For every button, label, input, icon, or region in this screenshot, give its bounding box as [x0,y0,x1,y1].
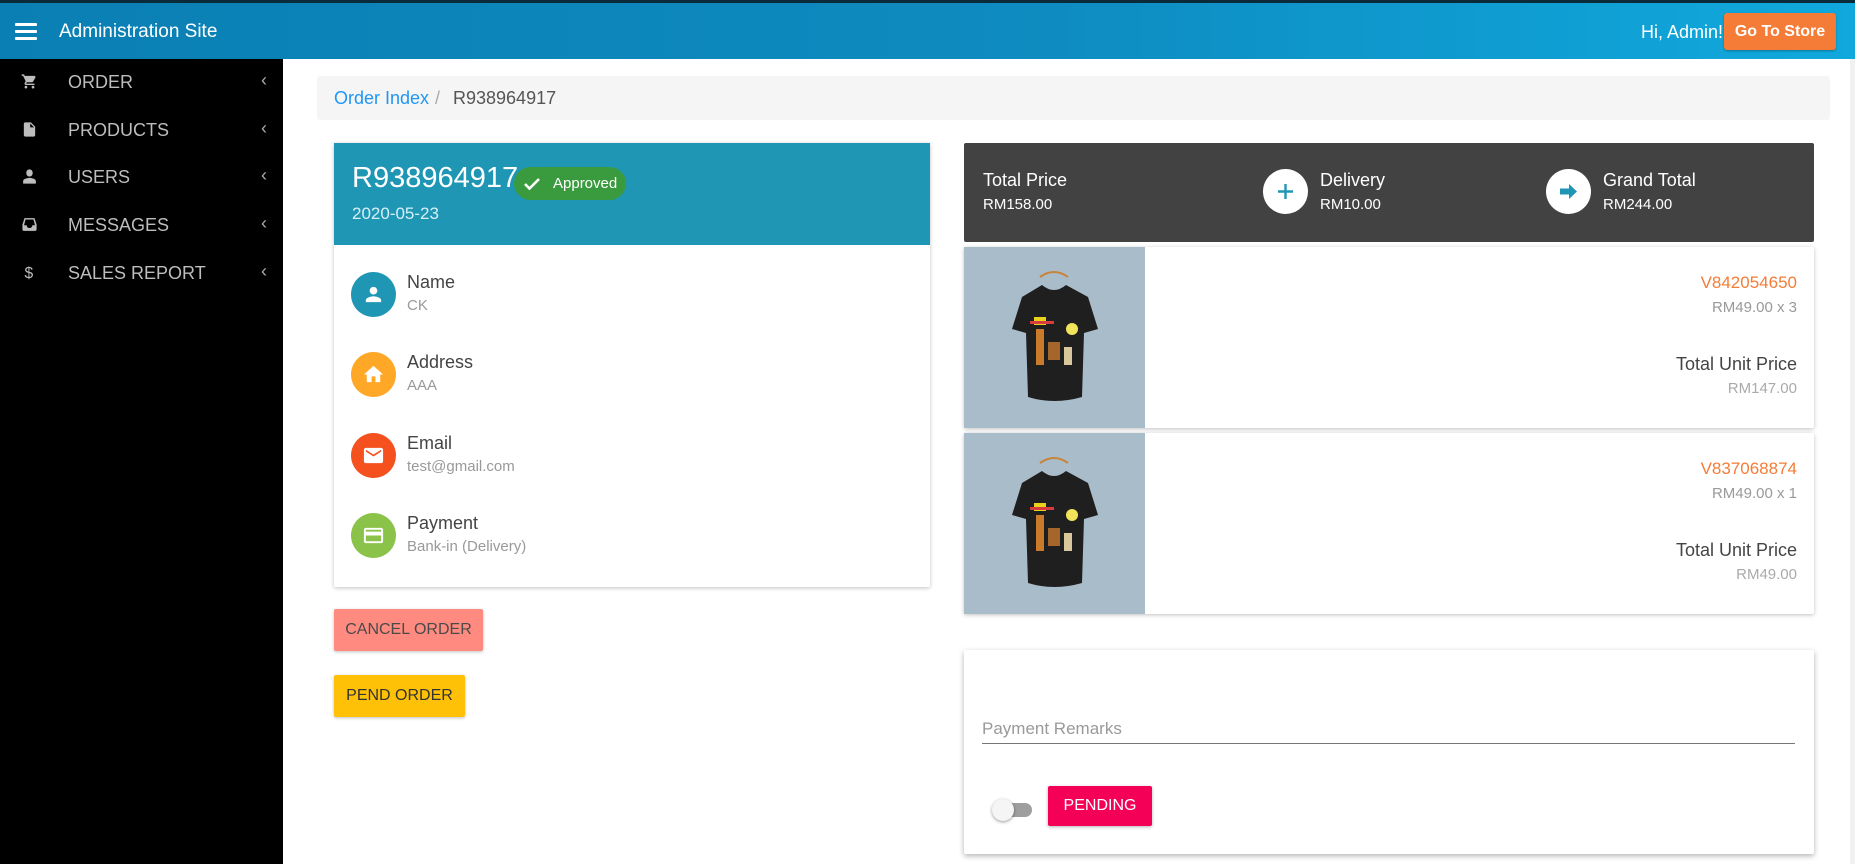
sidebar-item-label: ORDER [68,72,134,92]
item-total-label: Total Unit Price [1675,540,1797,560]
order-item-card: V837068874 RM49.00 x 1 Total Unit Price … [964,433,1814,614]
app-title: Administration Site [59,21,218,42]
sidebar-item-messages[interactable]: MESSAGES ‹ [0,204,283,244]
chevron-left-icon: ‹ [261,70,267,90]
sidebar-item-label: USERS [68,167,131,187]
order-header: R938964917 Approved 2020-05-23 [334,143,930,245]
cancel-order-button[interactable]: CANCEL ORDER [334,609,483,651]
chevron-left-icon: ‹ [261,261,267,281]
chevron-left-icon: ‹ [261,165,267,185]
home-icon [351,352,396,397]
total-price-label: Total Price [983,170,1068,190]
sidebar-item-sales-report[interactable]: $ SALES REPORT ‹ [0,252,283,292]
field-value: Bank-in (Delivery) [407,538,527,555]
person-icon [351,272,396,317]
svg-text:$: $ [25,265,34,281]
field-label: Email [407,433,453,453]
order-date: 2020-05-23 [352,204,439,223]
status-badge: Approved [514,167,626,200]
payment-remarks-input[interactable] [982,714,1795,744]
order-number: R938964917 [352,162,519,194]
item-variant-link[interactable]: V837068874 [1701,459,1797,479]
breadcrumb-separator: / [435,88,441,108]
breadcrumb-order-index-link[interactable]: Order Index [334,88,429,109]
user-icon [23,169,36,184]
item-variant-link[interactable]: V842054650 [1701,273,1797,293]
customer-address-row: Address AAA [351,352,911,412]
card-icon [351,513,396,558]
mail-icon [351,433,396,478]
product-image[interactable] [964,247,1145,428]
toggle-knob [992,799,1014,821]
customer-name-row: Name CK [351,272,911,332]
delivery-label: Delivery [1320,170,1386,190]
cart-icon [21,74,36,89]
order-item-card: V842054650 RM49.00 x 3 Total Unit Price … [964,247,1814,428]
field-label: Name [407,272,456,292]
field-label: Payment [407,513,479,533]
check-icon [524,178,540,191]
payment-status-toggle[interactable] [992,797,1034,821]
customer-email-row: Email test@gmail.com [351,433,911,493]
delivery-block: Delivery RM10.00 [1320,170,1385,213]
dollar-icon: $ [25,265,34,281]
field-value: CK [407,297,428,314]
total-price-block: Total Price RM158.00 [983,170,1067,213]
field-value: test@gmail.com [407,458,515,475]
grand-total-label: Grand Total [1603,170,1696,190]
field-value: AAA [407,377,438,394]
pend-order-button[interactable]: PEND ORDER [334,675,465,717]
payment-method-row: Payment Bank-in (Delivery) [351,513,911,573]
item-unit-price-qty: RM49.00 x 1 [1711,485,1797,502]
product-image[interactable] [964,433,1145,614]
item-total-label: Total Unit Price [1675,354,1797,374]
inbox-icon [22,218,37,231]
sidebar-item-label: SALES REPORT [68,263,206,283]
file-icon [23,122,36,137]
arrow-right-icon [1546,169,1591,214]
sidebar-item-order[interactable]: ORDER ‹ [0,61,283,101]
item-total-value: RM147.00 [1727,380,1797,397]
grand-total-value: RM244.00 [1603,196,1673,213]
plus-icon [1263,169,1308,214]
top-bar: Administration Site Hi, Admin! Go To Sto… [0,0,1855,59]
menu-icon[interactable] [15,23,37,40]
sidebar-item-label: PRODUCTS [68,120,170,140]
order-totals-bar: Total Price RM158.00 Delivery RM10.00 Gr… [964,143,1814,242]
chevron-left-icon: ‹ [261,213,267,233]
payment-remarks-card: PENDING [964,650,1814,854]
item-total-value: RM49.00 [1736,566,1797,583]
sidebar-item-products[interactable]: PRODUCTS ‹ [0,109,283,149]
sidebar-item-label: MESSAGES [68,215,170,235]
go-to-store-button[interactable]: Go To Store [1724,13,1836,50]
total-price-value: RM158.00 [983,196,1053,213]
scrollbar[interactable] [1850,59,1855,864]
order-details-card: R938964917 Approved 2020-05-23 Name CK A… [334,143,930,587]
chevron-left-icon: ‹ [261,118,267,138]
delivery-value: RM10.00 [1320,196,1381,213]
sidebar: ORDER ‹ PRODUCTS ‹ USERS ‹ MESSAGES ‹ $ … [0,59,283,864]
sidebar-item-users[interactable]: USERS ‹ [0,156,283,196]
breadcrumb-current: R938964917 [453,88,557,108]
grand-total-block: Grand Total RM244.00 [1603,170,1696,213]
pending-status-button[interactable]: PENDING [1048,786,1152,826]
field-label: Address [407,352,474,372]
breadcrumb: Order Index / R938964917 [317,76,1830,120]
status-text: Approved [553,175,618,192]
user-greeting: Hi, Admin! [1640,22,1723,42]
item-unit-price-qty: RM49.00 x 3 [1711,299,1797,316]
